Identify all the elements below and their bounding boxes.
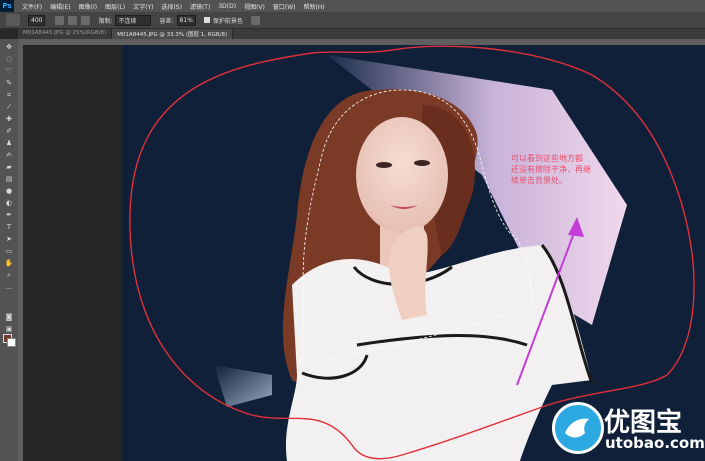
zoom-tool-icon[interactable]: ⌕ bbox=[4, 271, 14, 279]
limit-label: 限制: bbox=[98, 17, 113, 25]
watermark: 优图宝 utobao.com bbox=[548, 400, 705, 461]
brush-size-picker[interactable]: 400 bbox=[28, 14, 46, 26]
sampling-continuous-icon[interactable] bbox=[55, 15, 65, 25]
tolerance-label: 容差: bbox=[159, 17, 174, 25]
hand-tool-icon[interactable]: ✋ bbox=[4, 259, 14, 267]
document-canvas[interactable] bbox=[122, 45, 705, 461]
healing-brush-tool-icon[interactable]: ✚ bbox=[4, 115, 14, 123]
tab-document-2[interactable]: M01A8445.JPG @ 33.3% (图层 1, RGB/8) bbox=[112, 29, 234, 39]
menu-3d[interactable]: 3D(D) bbox=[218, 3, 236, 10]
history-brush-tool-icon[interactable]: ✍ bbox=[4, 151, 14, 159]
tolerance-input[interactable]: 81% bbox=[176, 14, 196, 26]
tab-document-1[interactable]: M01A8445.JPG @ 25%(RGB/8) bbox=[18, 29, 113, 39]
marquee-tool-icon[interactable]: ◌ bbox=[4, 55, 14, 63]
extra-tools-icon[interactable]: … bbox=[4, 283, 14, 291]
sampling-swatch-icon[interactable] bbox=[81, 15, 91, 25]
menu-view[interactable]: 视图(V) bbox=[244, 2, 265, 11]
residual-background-blue bbox=[214, 365, 272, 407]
gradient-tool-icon[interactable]: ▤ bbox=[4, 175, 14, 183]
background-color-swatch[interactable] bbox=[7, 338, 16, 347]
dodge-tool-icon[interactable]: ◐ bbox=[4, 199, 14, 207]
blur-tool-icon[interactable]: ● bbox=[4, 187, 14, 195]
pressure-size-icon[interactable] bbox=[250, 15, 260, 25]
path-selection-tool-icon[interactable]: ➤ bbox=[4, 235, 14, 243]
menu-window[interactable]: 窗口(W) bbox=[273, 2, 296, 11]
menu-bar: Ps 文件(F) 编辑(E) 图像(I) 图层(L) 文字(Y) 选择(S) 滤… bbox=[0, 0, 705, 12]
pen-tool-icon[interactable]: ✒ bbox=[4, 211, 14, 219]
limit-select[interactable]: 不连续 bbox=[115, 14, 152, 26]
clone-stamp-tool-icon[interactable]: ♟ bbox=[4, 139, 14, 147]
right-eye bbox=[414, 160, 430, 166]
watermark-bird-icon bbox=[552, 402, 604, 454]
quick-mask-icon[interactable]: ◙ bbox=[4, 313, 14, 321]
menu-help[interactable]: 帮助(H) bbox=[304, 2, 325, 11]
menu-layer[interactable]: 图层(L) bbox=[105, 2, 125, 11]
annotation-line-1: 可以看到这些地方都 bbox=[511, 154, 583, 163]
background-eraser-tool-icon[interactable] bbox=[6, 14, 20, 26]
rectangle-tool-icon[interactable]: ▭ bbox=[4, 247, 14, 255]
screen-mode-icon[interactable]: ▣ bbox=[4, 325, 14, 333]
blouse bbox=[285, 245, 592, 461]
eyedropper-tool-icon[interactable]: ⁄ bbox=[4, 103, 14, 111]
eraser-tool-icon[interactable]: ▰ bbox=[4, 163, 14, 171]
pasteboard bbox=[23, 45, 122, 461]
menu-image[interactable]: 图像(I) bbox=[79, 2, 97, 11]
annotation-line-3: 续单击背景处。 bbox=[511, 176, 567, 185]
protect-foreground-checkbox[interactable] bbox=[203, 17, 210, 23]
menu-filter[interactable]: 滤镜(T) bbox=[190, 2, 210, 11]
annotation-line-2: 还没有擦除干净，再继 bbox=[511, 165, 591, 174]
tools-panel: ✥ ◌ ➰ ✎ ⌗ ⁄ ✚ ✐ ♟ ✍ ▰ ▤ ● ◐ ✒ T ➤ ▭ ✋ ⌕ … bbox=[0, 39, 19, 461]
protect-foreground-label: 保护前景色 bbox=[212, 17, 243, 25]
document-tabs: M01A8445.JPG @ 25%(RGB/8) M01A8445.JPG @… bbox=[18, 29, 705, 39]
quick-select-tool-icon[interactable]: ✎ bbox=[4, 79, 14, 87]
menu-edit[interactable]: 编辑(E) bbox=[50, 2, 70, 11]
menu-type[interactable]: 文字(Y) bbox=[133, 2, 153, 11]
canvas-artwork bbox=[129, 45, 695, 461]
lasso-tool-icon[interactable]: ➰ bbox=[4, 67, 14, 75]
face bbox=[356, 117, 448, 233]
crop-tool-icon[interactable]: ⌗ bbox=[4, 91, 14, 99]
move-tool-icon[interactable]: ✥ bbox=[4, 43, 14, 51]
type-tool-icon[interactable]: T bbox=[4, 223, 14, 231]
menu-file[interactable]: 文件(F) bbox=[22, 2, 42, 11]
annotation-text: 可以看到这些地方都 还没有擦除干净，再继 续单击背景处。 bbox=[511, 153, 621, 186]
sampling-once-icon[interactable] bbox=[68, 15, 78, 25]
watermark-url: utobao.com bbox=[605, 434, 705, 452]
options-bar: 400 限制: 不连续 容差: 81% 保护前景色 bbox=[0, 12, 705, 29]
photoshop-logo: Ps bbox=[0, 0, 14, 12]
brush-tool-icon[interactable]: ✐ bbox=[4, 127, 14, 135]
menu-select[interactable]: 选择(S) bbox=[161, 2, 182, 11]
left-eye bbox=[376, 162, 392, 168]
